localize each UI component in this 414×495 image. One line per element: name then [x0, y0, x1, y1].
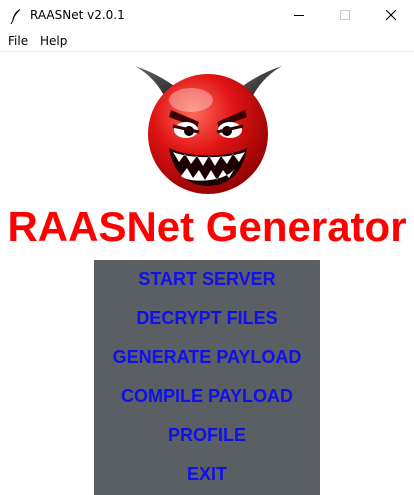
- window-title: RAASNet v2.0.1: [30, 8, 125, 22]
- start-server-button[interactable]: START SERVER: [54, 264, 360, 294]
- compile-payload-button[interactable]: COMPILE PAYLOAD: [54, 381, 360, 411]
- menu-help[interactable]: Help: [40, 34, 67, 48]
- close-button[interactable]: [368, 0, 414, 31]
- devil-smiley-logo: [131, 60, 286, 196]
- profile-button[interactable]: PROFILE: [54, 420, 360, 450]
- feather-icon: [10, 8, 22, 25]
- menu-bar: File Help: [0, 31, 414, 52]
- title-bar: RAASNet v2.0.1: [0, 0, 414, 31]
- exit-button[interactable]: EXIT: [54, 459, 360, 489]
- generate-payload-button[interactable]: GENERATE PAYLOAD: [54, 342, 360, 372]
- button-panel: START SERVER DECRYPT FILES GENERATE PAYL…: [94, 260, 320, 495]
- app-heading: RAASNet Generator: [7, 203, 407, 250]
- minimize-button[interactable]: [276, 0, 322, 31]
- menu-file[interactable]: File: [8, 34, 28, 48]
- decrypt-files-button[interactable]: DECRYPT FILES: [54, 303, 360, 333]
- maximize-button[interactable]: [322, 0, 368, 31]
